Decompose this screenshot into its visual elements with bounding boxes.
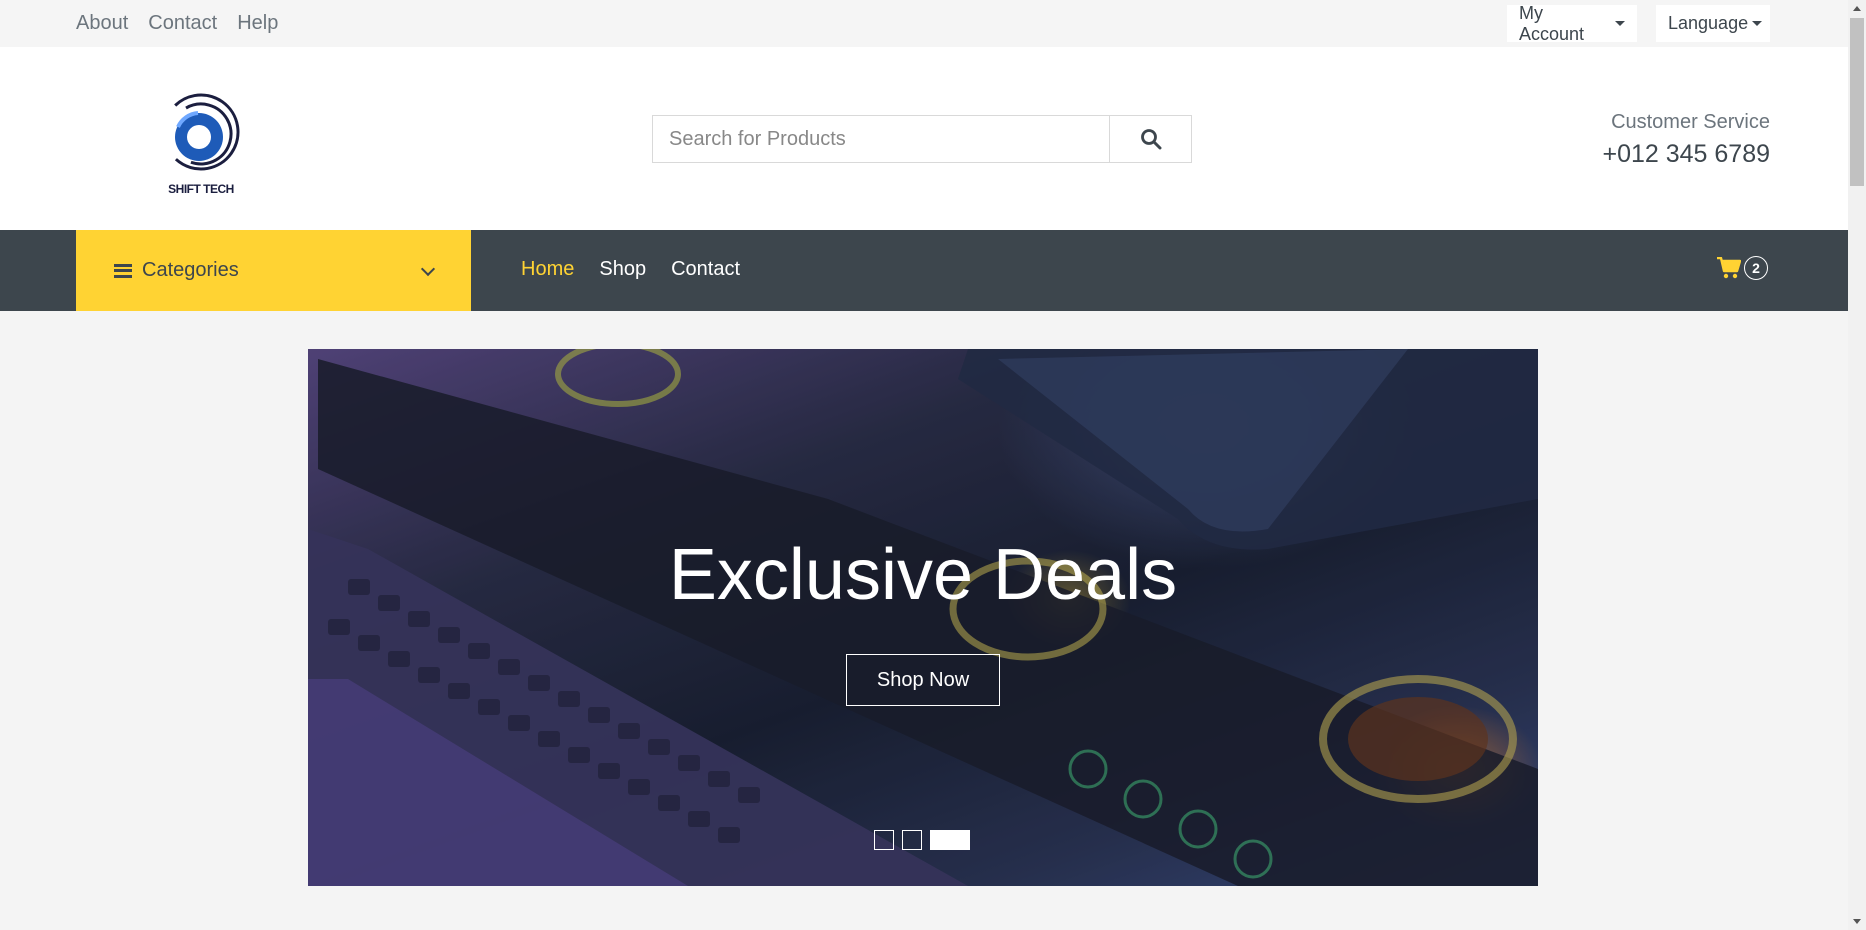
top-link-about[interactable]: About — [76, 12, 128, 35]
site-header: SHIFT TECH Customer Service +012 345 678… — [0, 47, 1848, 230]
main-nav: Categories Home Shop Contact 2 — [0, 230, 1848, 311]
language-dropdown[interactable]: Language — [1656, 5, 1770, 42]
hero-background-image — [308, 349, 1538, 886]
logo-text: SHIFT TECH — [168, 182, 234, 196]
language-label: Language — [1668, 13, 1749, 33]
top-link-contact[interactable]: Contact — [148, 12, 217, 35]
search-input[interactable] — [653, 116, 1109, 162]
customer-service: Customer Service +012 345 6789 — [1602, 111, 1770, 169]
scroll-down-icon[interactable] — [1853, 919, 1861, 924]
categories-dropdown[interactable]: Categories — [76, 230, 471, 311]
top-links: About Contact Help — [76, 12, 278, 35]
caret-down-icon — [1615, 21, 1625, 26]
my-account-dropdown[interactable]: My Account — [1507, 2, 1637, 44]
nav-link-home[interactable]: Home — [521, 258, 574, 281]
scroll-thumb[interactable] — [1850, 18, 1864, 186]
nav-link-shop[interactable]: Shop — [599, 258, 646, 281]
bars-icon — [114, 263, 132, 278]
categories-label: Categories — [142, 259, 239, 281]
carousel-indicator-1[interactable] — [874, 830, 894, 850]
shop-now-button[interactable]: Shop Now — [846, 654, 1000, 706]
logo-icon[interactable] — [158, 87, 244, 197]
search-button[interactable] — [1109, 116, 1191, 162]
caret-down-icon — [1752, 21, 1763, 26]
carousel-indicator-3[interactable] — [930, 830, 970, 850]
cart-button[interactable]: 2 — [1717, 256, 1768, 280]
top-link-help[interactable]: Help — [237, 12, 278, 35]
cart-count-badge: 2 — [1744, 256, 1768, 280]
search-bar — [652, 115, 1192, 163]
carousel-indicators — [874, 830, 970, 850]
scroll-up-icon[interactable] — [1853, 6, 1861, 11]
carousel-indicator-2[interactable] — [902, 830, 922, 850]
hero-title: Exclusive Deals — [668, 535, 1178, 615]
chevron-down-icon — [420, 261, 436, 277]
top-bar: About Contact Help My Account Language — [0, 0, 1848, 47]
my-account-label: My Account — [1519, 2, 1585, 44]
hero-carousel: Exclusive Deals Shop Now — [308, 349, 1538, 886]
cart-icon — [1717, 257, 1741, 279]
nav-links: Home Shop Contact — [521, 258, 740, 281]
nav-link-contact[interactable]: Contact — [671, 258, 740, 281]
search-icon — [1140, 129, 1161, 150]
customer-service-phone: +012 345 6789 — [1602, 140, 1770, 168]
customer-service-label: Customer Service — [1611, 111, 1770, 133]
page-scrollbar[interactable] — [1848, 0, 1866, 930]
